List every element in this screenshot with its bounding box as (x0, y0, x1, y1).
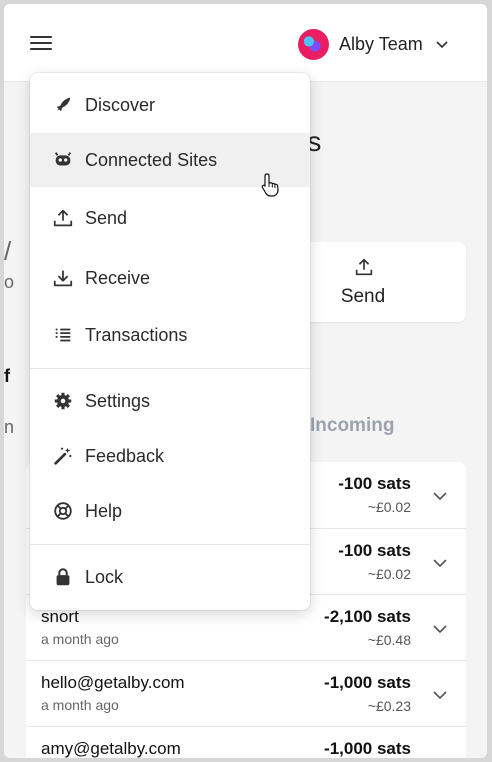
chevron-down-icon[interactable] (432, 687, 448, 703)
transaction-row[interactable]: amy@getalby.com -1,000 sats (26, 726, 466, 758)
tx-amount: -100 sats (338, 474, 411, 493)
menu-item-label: Discover (85, 94, 156, 115)
edge-glyph: f (4, 366, 10, 386)
menu-item-settings[interactable]: Settings (30, 374, 310, 428)
tx-amount: -1,000 sats (324, 739, 411, 758)
avatar (298, 28, 329, 60)
menu-item-label: Feedback (85, 445, 165, 466)
hamburger-menu-icon[interactable] (30, 36, 52, 52)
menu-item-label: Lock (85, 566, 124, 587)
lock-icon (56, 568, 70, 586)
rocket-icon (56, 97, 71, 112)
download-icon (53, 270, 73, 287)
upload-icon (53, 209, 73, 227)
app-window: Alby Team nts / o f n Send Incoming -100… (4, 4, 487, 758)
chevron-down-icon[interactable] (432, 621, 448, 637)
menu-item-receive[interactable]: Receive (30, 251, 310, 305)
chevron-down-icon[interactable] (432, 488, 448, 504)
gear-icon (54, 392, 72, 410)
menu-item-label: Send (85, 207, 128, 228)
menu-item-label: Connected Sites (85, 149, 218, 170)
tx-fiat: ~£0.48 (367, 632, 411, 648)
menu-item-label: Transactions (85, 324, 188, 345)
tx-amount: -2,100 sats (324, 607, 411, 626)
tx-fiat: ~£0.02 (367, 566, 411, 582)
account-name: Alby Team (339, 33, 423, 54)
edge-glyph: o (4, 272, 15, 292)
menu-item-discover[interactable]: Discover (30, 78, 310, 132)
menu-divider (30, 368, 310, 369)
tx-name: snort (41, 607, 79, 626)
chevron-down-icon (436, 41, 448, 49)
menu-item-label: Settings (85, 390, 151, 411)
tx-fiat: ~£0.02 (367, 499, 411, 515)
tx-amount: -1,000 sats (324, 673, 411, 692)
top-bar: Alby Team (4, 4, 487, 82)
menu-item-lock[interactable]: Lock (30, 550, 310, 604)
list-icon (55, 328, 71, 342)
hand-cursor-icon (261, 173, 279, 197)
tx-name: amy@getalby.com (41, 739, 181, 758)
menu-item-label: Receive (85, 267, 151, 288)
upload-icon (355, 258, 373, 276)
edge-glyph: n (4, 417, 15, 437)
tx-name: hello@getalby.com (41, 673, 185, 692)
menu-item-feedback[interactable]: Feedback (30, 429, 310, 483)
menu-divider (30, 544, 310, 545)
menu-item-help[interactable]: Help (30, 484, 310, 538)
menu-item-transactions[interactable]: Transactions (30, 308, 310, 362)
account-switcher[interactable]: Alby Team (298, 28, 449, 60)
robot-icon (54, 152, 72, 166)
edge-glyph: / (4, 236, 12, 266)
tx-fiat: ~£0.23 (367, 698, 411, 714)
transaction-row[interactable]: hello@getalby.com a month ago -1,000 sat… (26, 660, 466, 726)
tab-incoming[interactable]: Incoming (310, 415, 394, 437)
magic-wand-icon (54, 447, 72, 465)
menu-item-label: Help (85, 500, 123, 521)
menu-item-send[interactable]: Send (30, 191, 310, 245)
tx-time: a month ago (41, 697, 119, 713)
main-menu-dropdown: Discover Connected Sites Send Receive Tr… (30, 73, 310, 610)
chevron-down-icon[interactable] (432, 555, 448, 571)
tx-time: a month ago (41, 631, 119, 647)
tx-amount: -100 sats (338, 541, 411, 560)
lifebuoy-icon (54, 502, 72, 520)
